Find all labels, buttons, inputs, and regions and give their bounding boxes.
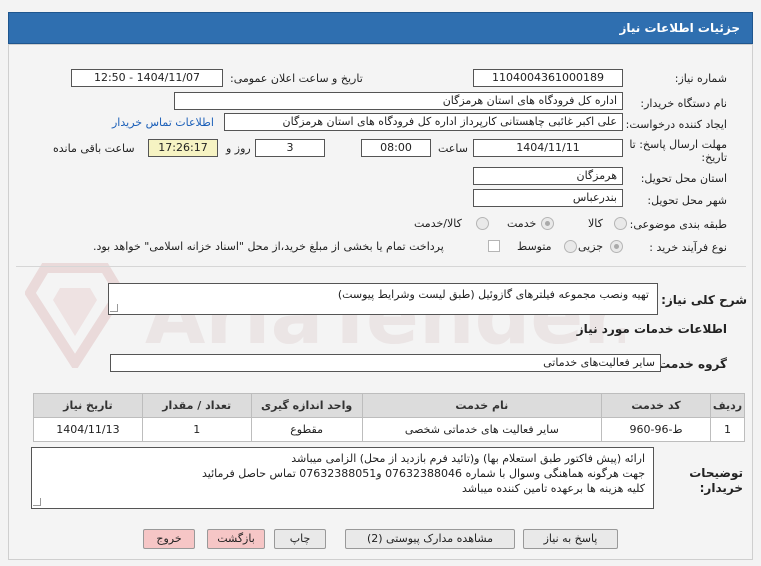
deadline-date-field[interactable]: 1404/11/11 bbox=[473, 139, 623, 157]
province-label: استان محل تحویل: bbox=[640, 172, 727, 185]
reply-button[interactable]: پاسخ به نیاز bbox=[523, 529, 618, 549]
summary-label: شرح کلی نیاز: bbox=[661, 293, 747, 307]
col-header-quantity: تعداد / مقدار bbox=[141, 393, 252, 418]
treasury-checkbox[interactable] bbox=[488, 240, 500, 252]
table-header-row: ردیف کد خدمت نام خدمت واحد اندازه گیری ت… bbox=[33, 393, 746, 418]
remaining-label: ساعت باقی مانده bbox=[53, 142, 135, 155]
purchase-option-medium: متوسط bbox=[517, 240, 552, 253]
summary-text: تهیه ونصب مجموعه فیلترهای گازوئیل (طبق ل… bbox=[337, 288, 649, 301]
service-group-field[interactable]: سایر فعالیت‌های خدماتی bbox=[110, 354, 661, 372]
col-header-row-number: ردیف bbox=[709, 393, 746, 418]
cell-quantity: 1 bbox=[141, 417, 252, 442]
col-header-unit: واحد اندازه گیری bbox=[250, 393, 363, 418]
purchase-radio-minor[interactable] bbox=[610, 240, 623, 253]
page-header: جزئیات اطلاعات نیاز bbox=[8, 12, 753, 44]
category-option-both: کالا/خدمت bbox=[414, 217, 462, 230]
time-label: ساعت bbox=[438, 142, 468, 155]
services-section-title: اطلاعات خدمات مورد نیاز bbox=[576, 322, 727, 336]
announce-label: تاریخ و ساعت اعلان عمومی: bbox=[230, 72, 363, 85]
divider bbox=[16, 266, 746, 267]
notes-label-2: خریدار: bbox=[699, 481, 743, 495]
table-row[interactable]: 1 ط-96-960 سایر فعالیت های خدماتی شخصی م… bbox=[33, 417, 746, 442]
requester-field[interactable]: علی اکبر غائبی چاهستانی کارپرداز اداره ک… bbox=[224, 113, 623, 131]
city-field[interactable]: بندرعباس bbox=[473, 189, 623, 207]
page-title: جزئیات اطلاعات نیاز bbox=[619, 21, 740, 35]
category-label: طبقه بندی موضوعی: bbox=[629, 218, 727, 231]
resize-handle-icon[interactable] bbox=[33, 498, 41, 506]
announce-datetime-field[interactable]: 1404/11/07 - 12:50 bbox=[71, 69, 223, 87]
buyer-org-field[interactable]: اداره کل فرودگاه های استان هرمزگان bbox=[174, 92, 623, 110]
buyer-notes-textarea[interactable]: ارائه (پیش فاکتور طبق استعلام بها) و(تائ… bbox=[31, 447, 654, 509]
purchase-option-minor: جزیی bbox=[578, 240, 604, 253]
category-radio-both[interactable] bbox=[476, 217, 489, 230]
category-option-service: خدمت bbox=[507, 217, 537, 230]
need-number-field[interactable]: 1104004361000189 bbox=[473, 69, 623, 87]
col-header-service-code: کد خدمت bbox=[601, 393, 711, 418]
deadline-time-field[interactable]: 08:00 bbox=[361, 139, 431, 157]
cell-unit: مقطوع bbox=[250, 417, 363, 442]
deadline-label-2: تاریخ: bbox=[701, 151, 727, 164]
cell-service-name: سایر فعالیت های خدماتی شخصی bbox=[361, 417, 603, 442]
province-field[interactable]: هرمزگان bbox=[473, 167, 623, 185]
category-radio-goods[interactable] bbox=[614, 217, 627, 230]
back-button[interactable]: بازگشت bbox=[207, 529, 265, 549]
cell-service-code: ط-96-960 bbox=[601, 417, 711, 442]
summary-textarea[interactable]: تهیه ونصب مجموعه فیلترهای گازوئیل (طبق ل… bbox=[108, 283, 658, 315]
need-number-label: شماره نیاز: bbox=[674, 72, 727, 85]
cell-need-date: 1404/11/13 bbox=[33, 417, 143, 442]
view-attachments-button[interactable]: مشاهده مدارک پیوستی (2) bbox=[345, 529, 515, 549]
days-remaining-field[interactable]: 3 bbox=[255, 139, 325, 157]
col-header-need-date: تاریخ نیاز bbox=[33, 393, 143, 418]
notes-line: ارائه (پیش فاکتور طبق استعلام بها) و(تائ… bbox=[291, 452, 645, 465]
notes-line: کلیه هزینه ها برعهده تامین کننده میباشد bbox=[462, 482, 645, 495]
col-header-service-name: نام خدمت bbox=[361, 393, 603, 418]
buyer-org-label: نام دستگاه خریدار: bbox=[640, 97, 727, 110]
buyer-contact-link[interactable]: اطلاعات تماس خریدار bbox=[112, 116, 214, 129]
exit-button[interactable]: خروج bbox=[143, 529, 195, 549]
requester-label: ایجاد کننده درخواست: bbox=[625, 118, 727, 131]
category-option-goods: کالا bbox=[588, 217, 603, 230]
service-group-label: گروه خدمت: bbox=[653, 357, 727, 371]
cell-row-number: 1 bbox=[709, 417, 746, 442]
print-button[interactable]: چاپ bbox=[274, 529, 326, 549]
city-label: شهر محل تحویل: bbox=[647, 194, 727, 207]
resize-handle-icon[interactable] bbox=[110, 304, 118, 312]
deadline-label: مهلت ارسال پاسخ: تا bbox=[629, 138, 727, 151]
notes-label: توضیحات bbox=[689, 466, 743, 480]
remaining-time-field[interactable]: 17:26:17 bbox=[148, 139, 218, 157]
notes-line: جهت هرگونه هماهنگی وسوال با شماره 076323… bbox=[202, 467, 645, 480]
purchase-type-label: نوع فرآیند خرید : bbox=[649, 241, 727, 254]
purchase-radio-medium[interactable] bbox=[564, 240, 577, 253]
treasury-payment-note: پرداخت تمام یا بخشی از مبلغ خرید،از محل … bbox=[93, 240, 444, 253]
services-table: ردیف کد خدمت نام خدمت واحد اندازه گیری ت… bbox=[33, 393, 746, 442]
days-label: روز و bbox=[226, 142, 251, 155]
category-radio-service[interactable] bbox=[541, 217, 554, 230]
